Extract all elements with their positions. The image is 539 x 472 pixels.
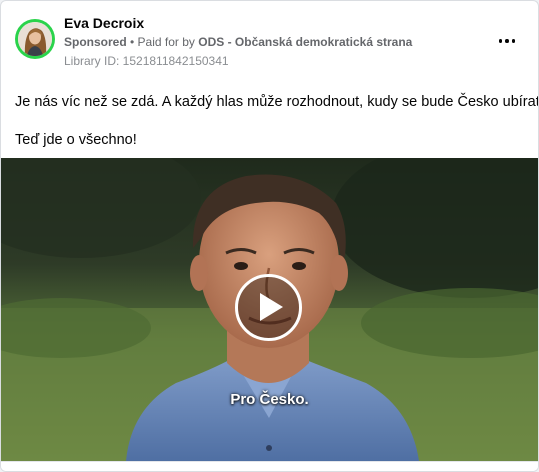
more-dot-icon [511, 39, 516, 43]
meta-separator: • [126, 35, 138, 49]
more-dot-icon [498, 39, 503, 43]
post-text-line: Je nás víc než se zdá. A každý hlas může… [15, 94, 539, 110]
post-header: Eva Decroix Sponsored • Paid for by ODS … [1, 1, 538, 77]
avatar-photo [18, 22, 52, 56]
paid-for-name[interactable]: ODS - Občanská demokratická strana [198, 35, 412, 49]
sponsored-label: Sponsored [64, 35, 127, 49]
avatar[interactable] [15, 19, 55, 59]
more-options-button[interactable] [495, 31, 519, 51]
post-text-line: Teď jde o všechno! [15, 132, 137, 148]
ad-post-card: Eva Decroix Sponsored • Paid for by ODS … [0, 0, 539, 472]
play-icon [260, 293, 283, 321]
more-dot-icon [505, 39, 509, 43]
library-id: Library ID: 1521811842150341 [64, 54, 229, 68]
paid-for-prefix: Paid for by [137, 35, 199, 49]
post-text: Je nás víc než se zdá. A každý hlas může… [15, 93, 539, 150]
author-name[interactable]: Eva Decroix [64, 15, 144, 31]
post-footer [1, 461, 538, 471]
play-button[interactable] [235, 274, 302, 341]
video-caption: Pro Česko. [230, 391, 309, 408]
sponsored-meta: Sponsored • Paid for by ODS - Občanská d… [64, 35, 412, 49]
